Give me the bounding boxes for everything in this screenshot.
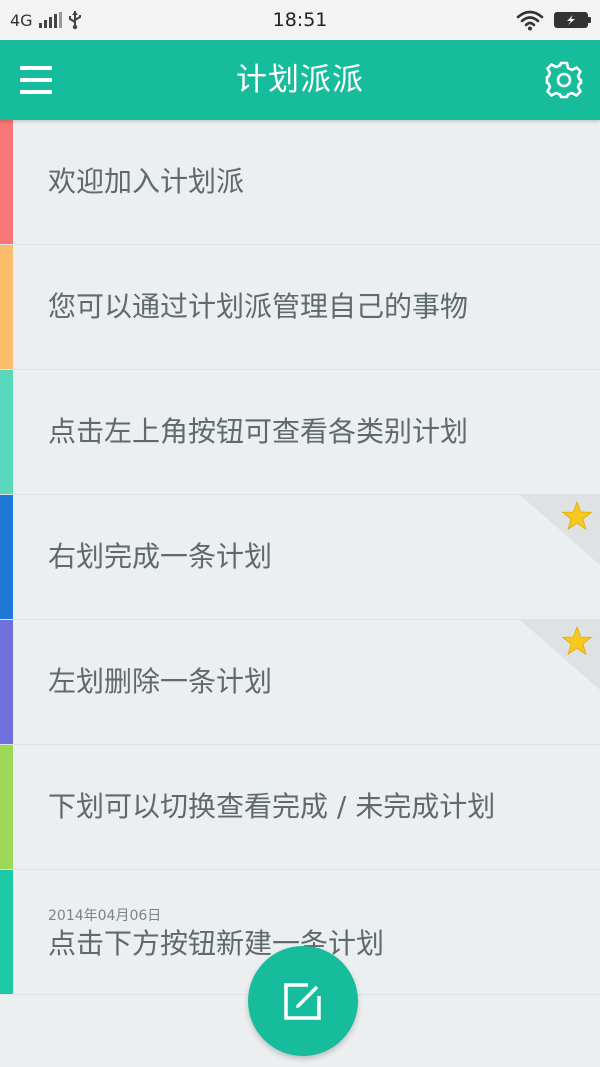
settings-button[interactable] xyxy=(544,60,584,100)
menu-button[interactable] xyxy=(18,62,54,98)
app-title: 计划派派 xyxy=(236,62,364,98)
clock: 18:51 xyxy=(272,9,328,31)
star-icon[interactable] xyxy=(520,495,600,565)
plan-title: 欢迎加入计划派 xyxy=(48,165,245,198)
category-color-bar xyxy=(0,495,13,619)
plan-item[interactable]: 下划可以切换查看完成 / 未完成计划 xyxy=(0,745,600,870)
hamburger-menu-icon xyxy=(20,66,52,70)
status-right xyxy=(516,8,591,32)
plan-title: 您可以通过计划派管理自己的事物 xyxy=(48,290,469,323)
plan-title: 下划可以切换查看完成 / 未完成计划 xyxy=(48,790,496,823)
plan-item[interactable]: 左划删除一条计划 xyxy=(0,620,600,745)
plan-item[interactable]: 点击左上角按钮可查看各类别计划 xyxy=(0,370,600,495)
plan-date: 2014年04月06日 xyxy=(48,908,162,924)
app-bar: 计划派派 xyxy=(0,40,600,120)
star-icon[interactable] xyxy=(520,620,600,690)
plan-title: 右划完成一条计划 xyxy=(48,540,273,573)
hamburger-line xyxy=(20,90,52,94)
plan-item[interactable]: 欢迎加入计划派 xyxy=(0,120,600,245)
category-color-bar xyxy=(0,245,13,369)
plan-item[interactable]: 您可以通过计划派管理自己的事物 xyxy=(0,245,600,370)
category-color-bar xyxy=(0,620,13,744)
hamburger-line xyxy=(20,78,52,82)
gear-icon xyxy=(545,61,583,99)
star-corner-background xyxy=(520,495,600,565)
status-bar: 4G 18:51 xyxy=(0,0,600,40)
edit-note-icon xyxy=(284,983,321,1020)
wifi-icon xyxy=(516,10,544,31)
category-color-bar xyxy=(0,870,13,994)
plan-title: 左划删除一条计划 xyxy=(48,665,273,698)
star-corner-background xyxy=(520,620,600,690)
category-color-bar xyxy=(0,370,13,494)
category-color-bar xyxy=(0,745,13,869)
plan-title: 点击左上角按钮可查看各类别计划 xyxy=(48,415,469,448)
screen: 4G 18:51 计划派派 欢迎加入计划派 您可以通过计划派管理自己的事物 点击… xyxy=(0,0,600,1067)
plan-list: 欢迎加入计划派 您可以通过计划派管理自己的事物 点击左上角按钮可查看各类别计划 … xyxy=(0,120,600,995)
new-plan-button[interactable] xyxy=(248,946,358,1056)
battery-icon xyxy=(554,12,591,28)
plan-item[interactable]: 右划完成一条计划 xyxy=(0,495,600,620)
category-color-bar xyxy=(0,120,13,244)
